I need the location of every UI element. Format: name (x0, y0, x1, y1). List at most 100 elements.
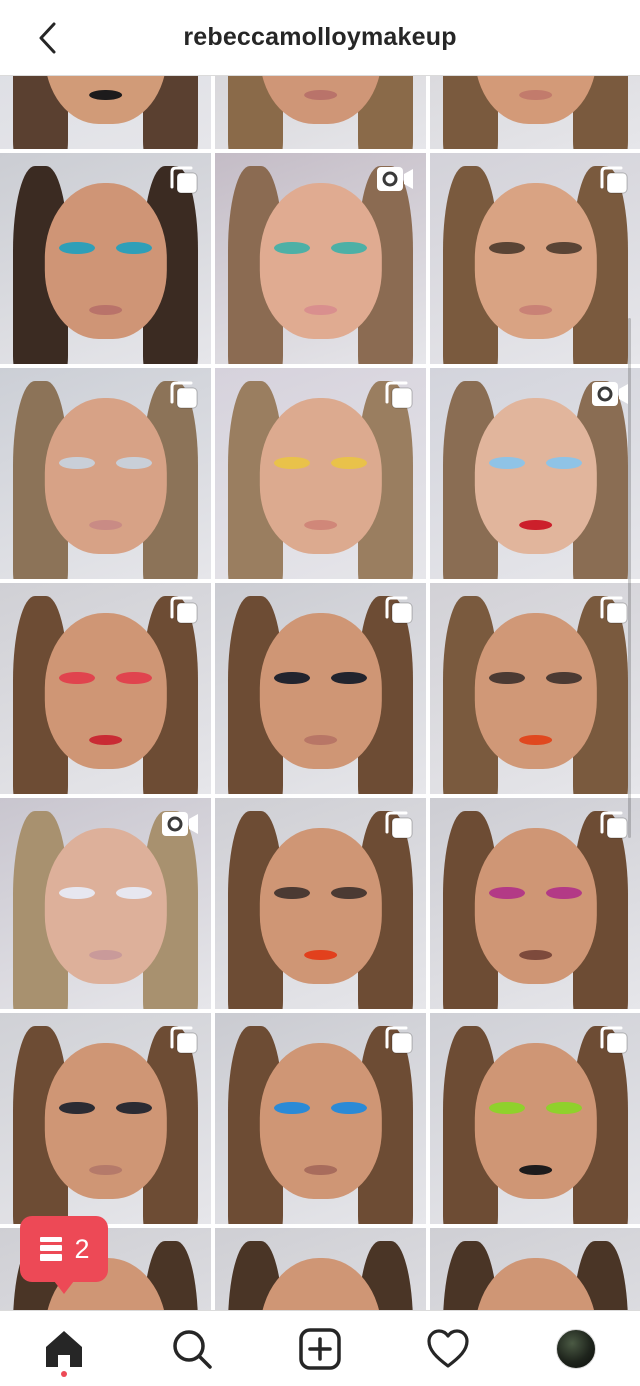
carousel-icon (385, 381, 413, 409)
tab-new-post[interactable] (290, 1319, 350, 1379)
lips (518, 734, 553, 746)
eye-makeup (59, 671, 95, 685)
lips (88, 89, 123, 101)
tab-home[interactable] (34, 1319, 94, 1379)
eye-makeup (489, 671, 525, 685)
carousel-icon (385, 596, 413, 624)
eye-makeup (331, 886, 367, 900)
carousel-badge (384, 595, 414, 630)
lips (88, 519, 123, 531)
eye-makeup (59, 241, 95, 255)
post-thumbnail[interactable] (215, 368, 426, 579)
eye-makeup (274, 1101, 310, 1115)
post-thumbnail[interactable] (215, 153, 426, 364)
post-thumbnail[interactable] (0, 76, 211, 149)
eye-makeup (274, 241, 310, 255)
eye-makeup (116, 1101, 152, 1115)
post-thumbnail[interactable] (430, 583, 640, 794)
scrollbar-indicator[interactable] (628, 318, 631, 838)
bottom-tab-bar (0, 1310, 640, 1386)
post-thumbnail[interactable] (430, 1013, 640, 1224)
lips (88, 304, 123, 316)
carousel-badge (169, 380, 199, 415)
eye-makeup (274, 671, 310, 685)
eye-makeup (274, 456, 310, 470)
post-image (430, 76, 640, 149)
add-post-icon (299, 1327, 341, 1370)
carousel-badge (169, 1025, 199, 1060)
eye-makeup (489, 456, 525, 470)
carousel-badge (599, 165, 629, 200)
posts-grid-viewport[interactable] (0, 76, 640, 1310)
tab-profile[interactable] (546, 1319, 606, 1379)
post-thumbnail[interactable] (0, 368, 211, 579)
video-icon (592, 382, 628, 406)
tab-search[interactable] (162, 1319, 222, 1379)
posts-grid (0, 76, 640, 1310)
post-thumbnail[interactable] (215, 1228, 426, 1310)
post-thumbnail[interactable] (215, 798, 426, 1009)
video-icon (162, 812, 198, 836)
post-thumbnail[interactable] (430, 798, 640, 1009)
video-badge (161, 810, 199, 843)
post-image (0, 76, 211, 149)
post-thumbnail[interactable] (430, 153, 640, 364)
carousel-icon (170, 1026, 198, 1054)
profile-avatar (556, 1328, 596, 1369)
post-thumbnail[interactable] (430, 1228, 640, 1310)
carousel-icon (600, 596, 628, 624)
tab-activity[interactable] (418, 1319, 478, 1379)
post-thumbnail[interactable] (0, 583, 211, 794)
carousel-badge (599, 1025, 629, 1060)
eye-makeup (274, 886, 310, 900)
carousel-badge (169, 595, 199, 630)
post-thumbnail[interactable] (0, 798, 211, 1009)
lips (303, 519, 338, 531)
header-bar: rebeccamolloymakeup (0, 0, 640, 76)
carousel-icon (600, 1026, 628, 1054)
post-image (215, 1228, 426, 1310)
carousel-icon (385, 811, 413, 839)
eye-makeup (546, 886, 582, 900)
eye-makeup (116, 671, 152, 685)
eye-makeup (489, 1101, 525, 1115)
heart-icon (427, 1328, 469, 1368)
video-icon (377, 167, 413, 191)
carousel-icon (600, 811, 628, 839)
lips (518, 949, 553, 961)
eye-makeup (489, 886, 525, 900)
lips (518, 89, 553, 101)
post-thumbnail[interactable] (430, 76, 640, 149)
lips (88, 734, 123, 746)
eye-makeup (59, 456, 95, 470)
lips (518, 1164, 553, 1176)
post-thumbnail[interactable] (0, 1013, 211, 1224)
carousel-badge (384, 1025, 414, 1060)
post-thumbnail[interactable] (215, 583, 426, 794)
eye-makeup (546, 671, 582, 685)
post-thumbnail[interactable] (215, 1013, 426, 1224)
new-posts-notification[interactable]: 2 (20, 1216, 108, 1294)
eye-makeup (331, 456, 367, 470)
carousel-icon (385, 1026, 413, 1054)
post-image (430, 1228, 640, 1310)
post-thumbnail[interactable] (430, 368, 640, 579)
eye-makeup (116, 886, 152, 900)
carousel-badge (599, 595, 629, 630)
eye-makeup (546, 456, 582, 470)
carousel-icon (170, 596, 198, 624)
lips (303, 304, 338, 316)
eye-makeup (489, 241, 525, 255)
lips (518, 519, 553, 531)
lips (303, 949, 338, 961)
back-button[interactable] (30, 18, 66, 58)
eye-makeup (116, 241, 152, 255)
home-icon (46, 1330, 82, 1367)
post-thumbnail[interactable] (215, 76, 426, 149)
eye-makeup (331, 241, 367, 255)
active-tab-dot (61, 1370, 67, 1377)
chevron-left-icon (39, 22, 56, 54)
post-thumbnail[interactable] (0, 153, 211, 364)
lips (88, 949, 123, 961)
carousel-badge (384, 380, 414, 415)
